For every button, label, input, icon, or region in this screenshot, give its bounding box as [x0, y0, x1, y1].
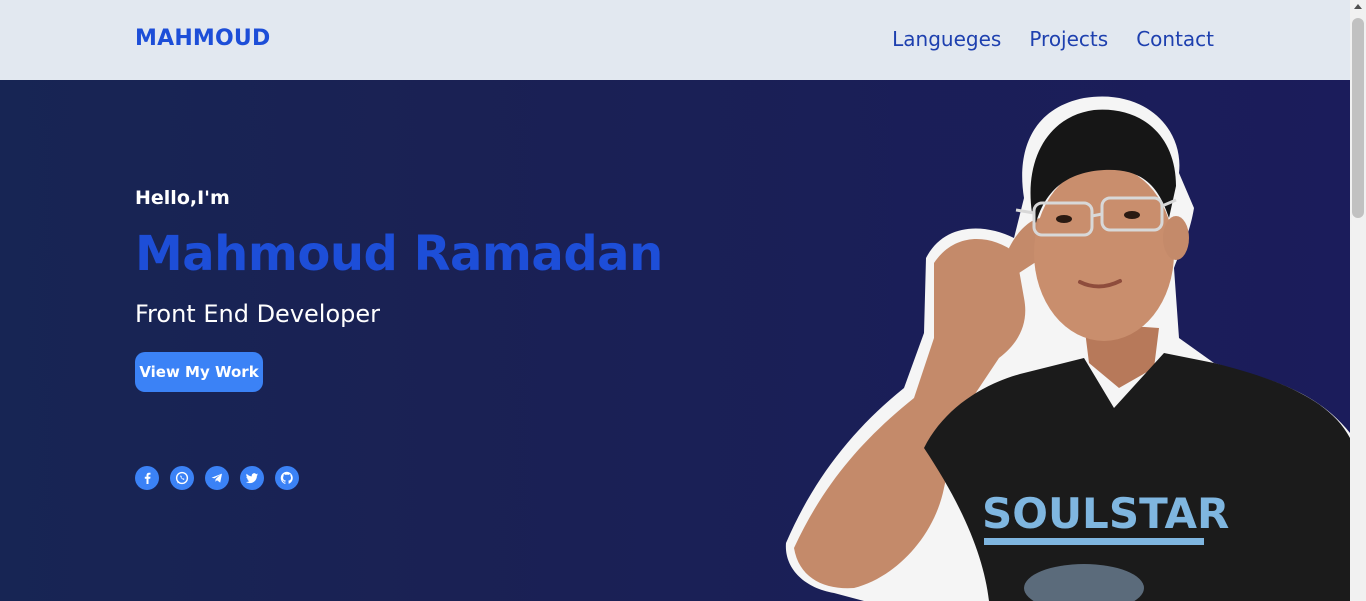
- hero-section: Hello,I'm Mahmoud Ramadan Front End Deve…: [0, 80, 1350, 601]
- hero-greeting: Hello,I'm: [135, 187, 230, 209]
- facebook-icon[interactable]: [135, 466, 159, 490]
- telegram-icon[interactable]: [205, 466, 229, 490]
- nav-link-languages[interactable]: Langueges: [892, 27, 1001, 51]
- social-links: [135, 466, 299, 490]
- twitter-icon[interactable]: [240, 466, 264, 490]
- page-scrollbar[interactable]: [1350, 0, 1366, 601]
- navbar: MAHMOUD Langueges Projects Contact: [0, 0, 1350, 80]
- nav-link-projects[interactable]: Projects: [1029, 27, 1108, 51]
- hero-role: Front End Developer: [135, 300, 381, 328]
- hero-name: Mahmoud Ramadan: [135, 226, 663, 282]
- whatsapp-icon[interactable]: [170, 466, 194, 490]
- profile-photo: SOULSTAR: [785, 96, 1350, 601]
- view-my-work-button[interactable]: View My Work: [135, 352, 263, 392]
- nav-links: Langueges Projects Contact: [892, 27, 1214, 51]
- nav-link-contact[interactable]: Contact: [1136, 27, 1214, 51]
- site-logo[interactable]: MAHMOUD: [135, 26, 270, 51]
- scroll-up-icon[interactable]: [1354, 4, 1362, 9]
- svg-text:SOULSTAR: SOULSTAR: [982, 489, 1229, 538]
- github-icon[interactable]: [275, 466, 299, 490]
- scroll-thumb[interactable]: [1352, 18, 1364, 218]
